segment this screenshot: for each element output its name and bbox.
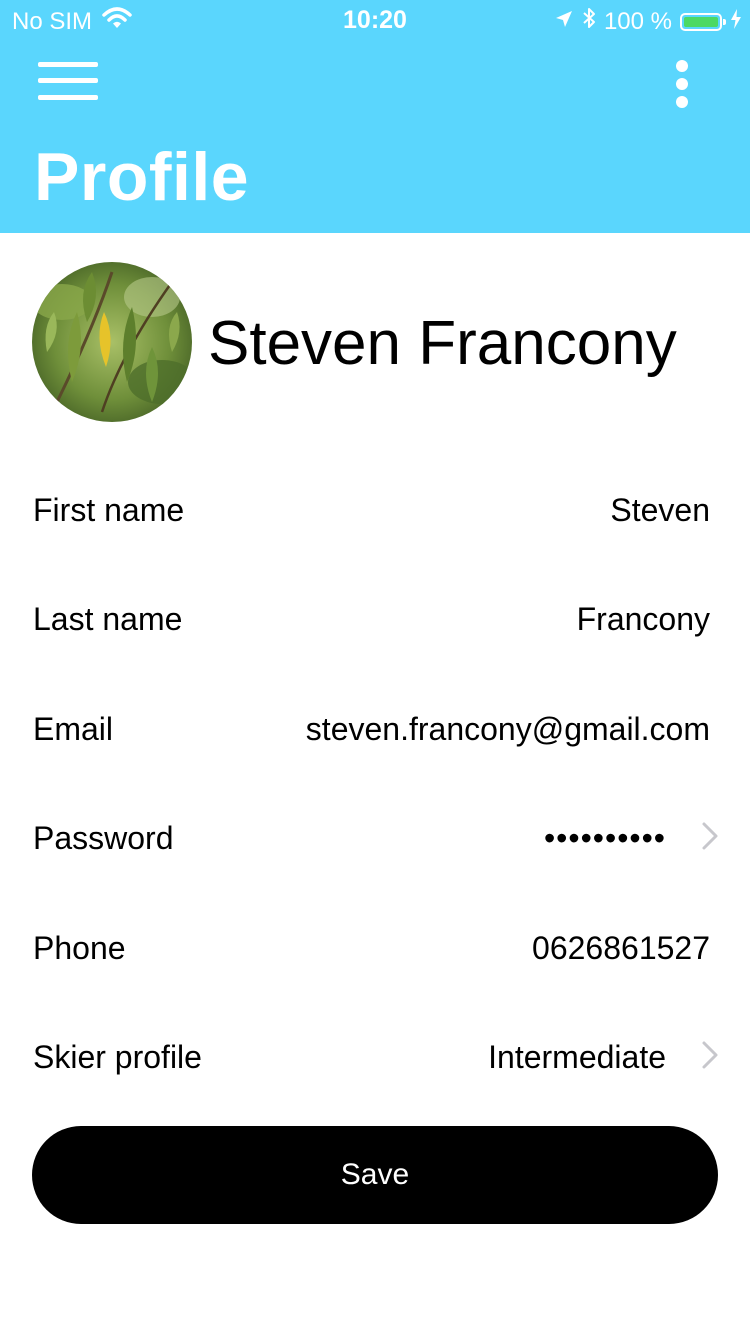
field-value[interactable]: Steven <box>610 492 710 529</box>
battery-icon <box>680 12 726 31</box>
field-value[interactable]: steven.francony@gmail.com <box>306 711 710 748</box>
field-password[interactable]: Password •••••••••• <box>0 806 750 866</box>
field-value[interactable]: •••••••••• <box>544 820 666 857</box>
field-value[interactable]: 0626861527 <box>532 930 710 967</box>
field-value[interactable]: Intermediate <box>488 1039 666 1076</box>
hamburger-menu-icon[interactable] <box>38 62 98 100</box>
location-arrow-icon <box>554 8 574 36</box>
field-label: Last name <box>33 601 183 637</box>
charging-bolt-icon <box>730 8 742 36</box>
field-email[interactable]: Email steven.francony@gmail.com <box>0 697 750 757</box>
field-label: Phone <box>33 930 126 966</box>
status-bar: No SIM 10:20 100 % <box>0 0 750 40</box>
field-value[interactable]: Francony <box>577 601 710 638</box>
avatar[interactable] <box>32 262 192 422</box>
status-right: 100 % <box>554 7 742 36</box>
battery-level <box>684 16 718 27</box>
field-label: Email <box>33 711 114 747</box>
field-label: Skier profile <box>33 1039 202 1075</box>
vertical-ellipsis-icon[interactable] <box>668 56 696 112</box>
field-last-name[interactable]: Last name Francony <box>0 587 750 647</box>
field-phone[interactable]: Phone 0626861527 <box>0 916 750 976</box>
field-first-name[interactable]: First name Steven <box>0 478 750 538</box>
app-header: No SIM 10:20 100 % Profile <box>0 0 750 233</box>
chevron-right-icon[interactable] <box>700 1039 720 1071</box>
chevron-right-icon[interactable] <box>700 820 720 852</box>
field-label: Password <box>33 820 174 856</box>
page-title: Profile <box>34 139 250 215</box>
field-label: First name <box>33 492 185 528</box>
bluetooth-icon <box>582 7 596 36</box>
field-skier-profile[interactable]: Skier profile Intermediate <box>0 1025 750 1085</box>
display-name: Steven Francony <box>208 309 677 378</box>
save-button[interactable]: Save <box>32 1126 718 1224</box>
battery-percent: 100 % <box>603 7 672 35</box>
